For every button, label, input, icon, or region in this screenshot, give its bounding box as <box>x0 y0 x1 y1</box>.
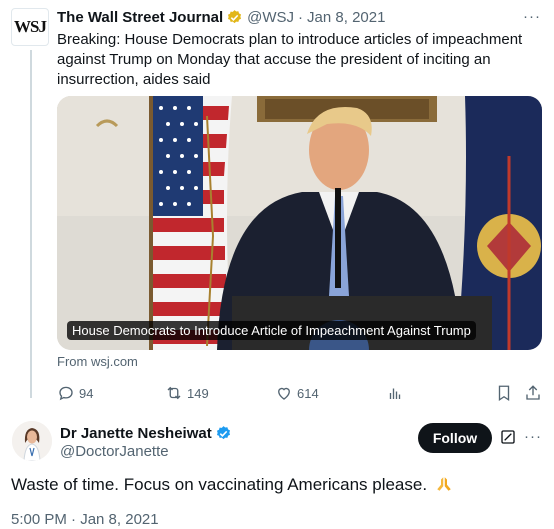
verified-gold-badge-icon <box>228 10 242 24</box>
reply-text-row: Waste of time. Focus on vaccinating Amer… <box>11 474 453 496</box>
tweet-header: The Wall Street Journal @WSJ · Jan 8, 20… <box>57 9 385 26</box>
author-name[interactable]: The Wall Street Journal <box>57 9 223 26</box>
like-action[interactable]: 614 <box>275 383 319 403</box>
reply-icon <box>59 386 73 401</box>
tweet-date[interactable]: Jan 8, 2021 <box>307 9 385 26</box>
link-card[interactable]: House Democrats to Introduce Article of … <box>57 96 542 350</box>
grok-icon[interactable] <box>500 429 516 445</box>
reply-action[interactable]: 94 <box>57 383 93 403</box>
retweet-icon <box>167 386 181 400</box>
retweet-count: 149 <box>187 385 209 401</box>
author-handle[interactable]: @WSJ <box>247 9 294 26</box>
reply-more-icon[interactable]: ··· <box>524 428 542 445</box>
card-source[interactable]: From wsj.com <box>57 354 138 369</box>
like-count: 614 <box>297 385 319 401</box>
wsj-avatar[interactable]: WSJ <box>11 8 49 46</box>
reply-text: Waste of time. Focus on vaccinating Amer… <box>11 475 428 494</box>
reply-author-avatar[interactable] <box>12 421 52 461</box>
reply-timestamp[interactable]: 5:00 PM · Jan 8, 2021 <box>11 511 159 528</box>
bookmark-action[interactable] <box>495 383 513 403</box>
verified-blue-badge-icon <box>216 426 230 440</box>
reply-author-handle[interactable]: @DoctorJanette <box>60 443 169 460</box>
more-icon[interactable]: ··· <box>523 8 541 25</box>
avatar-image <box>12 421 52 461</box>
card-caption: House Democrats to Introduce Article of … <box>67 321 476 340</box>
reply-author-name-row: Dr Janette Nesheiwat <box>60 425 232 442</box>
card-image <box>57 96 542 350</box>
like-icon <box>278 387 290 400</box>
reply-count: 94 <box>79 385 94 401</box>
tweet-text: Breaking: House Democrats plan to introd… <box>57 31 523 88</box>
thread-connector-line <box>30 50 32 398</box>
views-action[interactable] <box>386 383 404 403</box>
bookmark-icon <box>498 385 510 402</box>
reply-author-name[interactable]: Dr Janette Nesheiwat <box>60 425 212 442</box>
share-icon <box>526 385 540 400</box>
dot-separator: · <box>298 9 304 26</box>
follow-button[interactable]: Follow <box>418 423 492 453</box>
praying-hands-icon <box>437 477 451 491</box>
views-icon <box>389 388 401 399</box>
retweet-action[interactable]: 149 <box>165 383 209 403</box>
share-action[interactable] <box>524 383 542 403</box>
